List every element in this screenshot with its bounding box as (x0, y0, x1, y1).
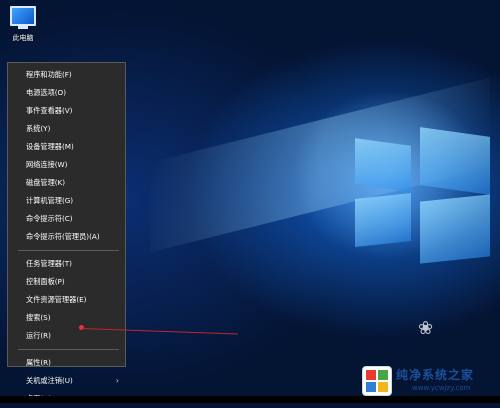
desktop: 此电脑 程序和功能(F) 电源选项(O) 事件查看器(V) 系统(Y) 设备管理… (0, 0, 500, 403)
this-pc-label: 此电脑 (12, 34, 34, 42)
windows-logo-icon (362, 366, 392, 396)
logo-pane-bottom-right (420, 194, 490, 264)
menu-item-device-manager[interactable]: 设备管理器(M) (8, 138, 125, 156)
computer-icon (10, 6, 36, 26)
watermark-title: 纯净系统之家 (396, 368, 475, 382)
menu-item-computer-management[interactable]: 计算机管理(G) (8, 192, 125, 210)
menu-item-event-viewer[interactable]: 事件查看器(V) (8, 102, 125, 120)
menu-item-properties[interactable]: 属性(R) (8, 354, 125, 372)
this-pc-desktop-icon[interactable]: 此电脑 (6, 6, 40, 43)
monitor-stand (18, 26, 28, 29)
menu-item-shutdown-signout[interactable]: 关机或注销(U) › (8, 372, 125, 390)
menu-item-search[interactable]: 搜索(S) (8, 309, 125, 327)
menu-item-task-manager[interactable]: 任务管理器(T) (8, 255, 125, 273)
logo-pane-top-left (355, 138, 411, 192)
paw-watermark-icon: ❀ (418, 318, 434, 339)
menu-separator (18, 349, 119, 350)
chevron-right-icon: › (115, 376, 119, 385)
watermark-url: www.ycwjzy.com (412, 384, 471, 392)
menu-item-programs-features[interactable]: 程序和功能(F) (8, 66, 125, 84)
menu-item-control-panel[interactable]: 控制面板(P) (8, 273, 125, 291)
menu-item-command-prompt-admin[interactable]: 命令提示符(管理员)(A) (8, 228, 125, 246)
winx-context-menu: 程序和功能(F) 电源选项(O) 事件查看器(V) 系统(Y) 设备管理器(M)… (7, 62, 126, 403)
menu-item-system[interactable]: 系统(Y) (8, 120, 125, 138)
logo-pane-bottom-left (355, 193, 411, 247)
menu-item-command-prompt[interactable]: 命令提示符(C) (8, 210, 125, 228)
menu-item-network-connections[interactable]: 网络连接(W) (8, 156, 125, 174)
taskbar (0, 396, 500, 403)
logo-pane-top-right (420, 127, 490, 195)
menu-item-file-explorer[interactable]: 文件资源管理器(E) (8, 291, 125, 309)
site-watermark: 纯净系统之家 www.ycwjzy.com (362, 362, 496, 398)
menu-separator (18, 250, 119, 251)
menu-item-power-options[interactable]: 电源选项(O) (8, 84, 125, 102)
menu-item-disk-management[interactable]: 磁盘管理(K) (8, 174, 125, 192)
shutdown-signout-label: 关机或注销(U) (26, 376, 73, 385)
